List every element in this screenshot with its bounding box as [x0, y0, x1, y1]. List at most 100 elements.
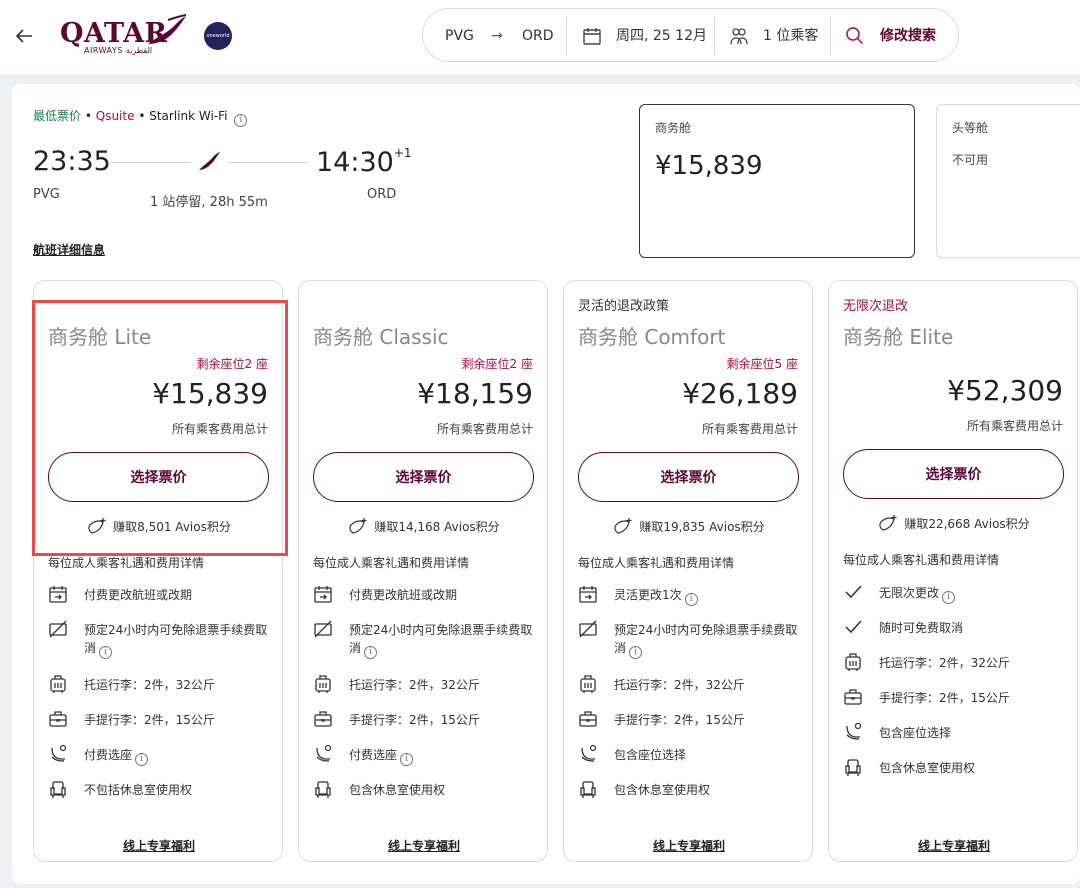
divider	[714, 17, 715, 55]
info-icon[interactable]: i	[364, 646, 378, 659]
calendar-icon	[583, 28, 601, 45]
route-line	[228, 162, 308, 163]
seat-icon	[581, 744, 597, 762]
route-line	[110, 162, 190, 163]
oryx-icon	[148, 14, 187, 44]
fare-price: ¥52,309	[947, 374, 1063, 407]
avios-label: 赚取19,835 Avios积分	[639, 520, 765, 534]
perk-text: 包含休息室使用权	[349, 783, 446, 797]
perk-text: 手提行李：2件，15公斤	[349, 713, 480, 727]
info-icon[interactable]: i	[400, 753, 414, 766]
perk-text: 预定24小时内可免除退票手续费取消 i	[614, 623, 798, 659]
top-bar: QATAR AIRWAYS القطرية oneworld PVG → ORD…	[0, 0, 1080, 76]
fare-tag: 灵活的退改政策	[578, 299, 670, 314]
results-panel: 最低票价 • Qsuite • Starlink Wi-Fi i 23:35 1…	[12, 84, 1080, 884]
fare-price: ¥26,189	[682, 377, 798, 410]
modify-search-button[interactable]: 修改搜索	[880, 9, 936, 63]
lowest-fare-tag: 最低票价	[33, 109, 82, 123]
fare-price: ¥15,839	[152, 377, 268, 410]
avios-earn: 赚取14,168 Avios积分	[299, 517, 549, 535]
qsuite-tag: Qsuite	[95, 109, 135, 123]
select-fare-button[interactable]: 选择票价	[578, 452, 799, 502]
brand-subtitle: AIRWAYS القطرية	[84, 46, 153, 55]
avios-label: 赚取22,668 Avios积分	[904, 517, 1030, 531]
perks-title: 每位成人乘客礼遇和费用详情	[843, 553, 1000, 567]
perk-text: 不包括休息室使用权	[84, 783, 193, 797]
calendar-change-icon	[49, 586, 67, 603]
oneworld-badge: oneworld	[204, 22, 232, 50]
fare-card: 商务舱 Classic 剩余座位2 座 ¥18,159 所有乘客费用总计 选择票价 赚取1…	[298, 280, 548, 862]
divider	[830, 17, 831, 55]
perk-text: 托运行李：2件，32公斤	[349, 678, 480, 692]
perk-text: 手提行李：2件，15公斤	[614, 713, 745, 727]
divider	[566, 17, 567, 55]
info-icon[interactable]: i	[99, 646, 113, 659]
arrival-time: 14:30+1	[316, 146, 412, 178]
online-exclusive-link[interactable]: 线上专享福利	[564, 837, 814, 854]
cabin-unavailable: 不可用	[952, 153, 989, 167]
avios-icon	[349, 518, 367, 534]
perk-text: 手提行李：2件，15公斤	[879, 691, 1010, 705]
info-icon[interactable]: i	[135, 753, 149, 766]
departure-time: 23:35	[33, 146, 111, 177]
fare-name: 商务舱 Lite	[48, 325, 152, 349]
info-icon[interactable]: i	[942, 591, 956, 604]
perk-text: 灵活更改1次 i	[614, 586, 804, 606]
avios-icon	[614, 518, 632, 534]
checked-bag-icon	[580, 675, 596, 693]
perk-text: 无限次更改 i	[879, 584, 1069, 604]
cabin-bag-icon	[314, 711, 332, 727]
select-fare-button[interactable]: 选择票价	[48, 452, 269, 502]
cabin-business-tab[interactable]: 商务舱 ¥15,839	[639, 104, 915, 258]
perk-text: 包含休息室使用权	[879, 761, 976, 775]
route-arrow-icon: →	[491, 28, 503, 44]
total-note: 所有乘客费用总计	[436, 422, 533, 436]
destination-code: ORD	[522, 28, 554, 44]
airline-tail-icon	[199, 152, 220, 170]
avios-label: 赚取14,168 Avios积分	[374, 520, 500, 534]
seats-remaining: 剩余座位2 座	[461, 357, 533, 371]
info-icon[interactable]: i	[234, 114, 248, 127]
checked-bag-icon	[845, 653, 861, 671]
info-icon[interactable]: i	[684, 593, 698, 606]
fare-tag: 无限次退改	[843, 299, 909, 314]
perk-text: 包含座位选择	[879, 726, 952, 740]
flight-details-link[interactable]: 航班详细信息	[33, 241, 105, 258]
calendar-change-icon	[579, 586, 597, 603]
select-fare-button[interactable]: 选择票价	[843, 449, 1064, 499]
lounge-icon	[580, 781, 596, 798]
perk-text: 付费更改航班或改期	[349, 588, 458, 602]
avios-earn: 赚取22,668 Avios积分	[829, 514, 1079, 532]
online-exclusive-link[interactable]: 线上专享福利	[299, 837, 549, 854]
search-summary-pill[interactable]: PVG → ORD 周四, 25 12月 1 位乘客 修改搜索	[422, 8, 959, 62]
cabin-first-tab[interactable]: 头等舱 不可用	[936, 104, 1080, 258]
check-icon	[845, 620, 862, 634]
online-exclusive-link[interactable]: 线上专享福利	[829, 837, 1079, 854]
seat-icon	[51, 744, 67, 762]
search-icon[interactable]	[845, 26, 865, 46]
checked-bag-icon	[315, 675, 331, 693]
stops-duration: 1 站停留, 28h 55m	[150, 195, 268, 210]
perk-text: 随时可免费取消	[879, 621, 964, 635]
lounge-icon	[50, 781, 66, 798]
fare-name: 商务舱 Comfort	[578, 325, 726, 349]
travel-date: 周四, 25 12月	[616, 28, 707, 44]
perks-title: 每位成人乘客礼遇和费用详情	[313, 556, 470, 570]
perk-text: 托运行李：2件，32公斤	[614, 678, 745, 692]
cabin-label: 商务舱	[655, 121, 692, 135]
online-exclusive-link[interactable]: 线上专享福利	[34, 837, 284, 854]
back-arrow-icon[interactable]	[12, 24, 36, 48]
passengers-icon	[730, 28, 748, 45]
perks-title: 每位成人乘客礼遇和费用详情	[48, 556, 205, 570]
seat-icon	[316, 744, 332, 762]
no-refund-icon	[579, 620, 597, 638]
total-note: 所有乘客费用总计	[966, 419, 1063, 433]
seat-icon	[846, 722, 862, 740]
select-fare-button[interactable]: 选择票价	[313, 452, 534, 502]
info-icon[interactable]: i	[629, 646, 643, 659]
perks-title: 每位成人乘客礼遇和费用详情	[578, 556, 735, 570]
lounge-icon	[315, 781, 331, 798]
perk-text: 包含座位选择	[614, 748, 687, 762]
cabin-bag-icon	[844, 689, 862, 705]
perk-text: 付费选座 i	[84, 746, 274, 766]
